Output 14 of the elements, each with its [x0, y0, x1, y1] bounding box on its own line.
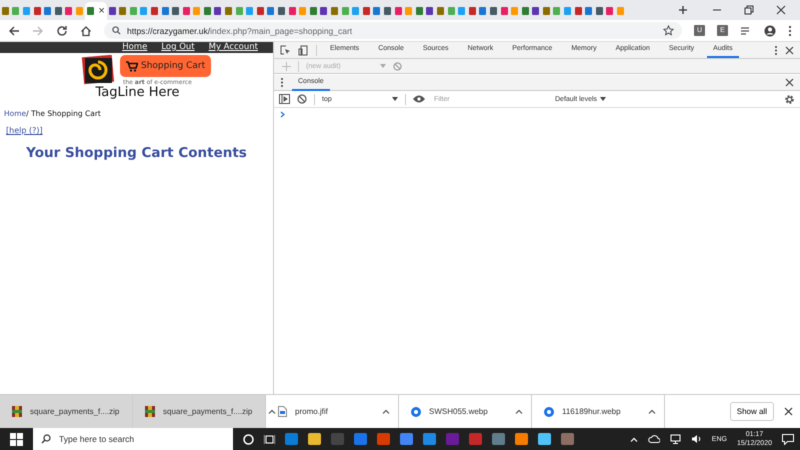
shopping-cart-button[interactable]: Shopping Cart	[120, 55, 212, 77]
url-text: https://crazygamer.uk/index.php?main_page=shopping_cart	[127, 26, 352, 36]
nav-link[interactable]: Log Out	[161, 42, 195, 53]
tab-close-button[interactable]: ×	[98, 6, 105, 16]
address-bar[interactable]: https://crazygamer.uk/index.php?main_page=shopping_cart	[104, 22, 682, 39]
download-item[interactable]: square_payments_f....zip	[0, 395, 133, 428]
taskbar-search-field[interactable]: Type here to search	[33, 428, 233, 450]
nav-link[interactable]: Home	[122, 42, 148, 53]
site-tagline: TagLine Here	[94, 85, 181, 100]
browser-tab[interactable]: ×	[84, 2, 107, 20]
show-all-button[interactable]: Show all	[730, 402, 774, 421]
help-link[interactable]: [help (?)]	[6, 126, 43, 135]
nav-link[interactable]: My Account	[208, 42, 258, 53]
page-heading: Your Shopping Cart Contents	[25, 145, 248, 161]
